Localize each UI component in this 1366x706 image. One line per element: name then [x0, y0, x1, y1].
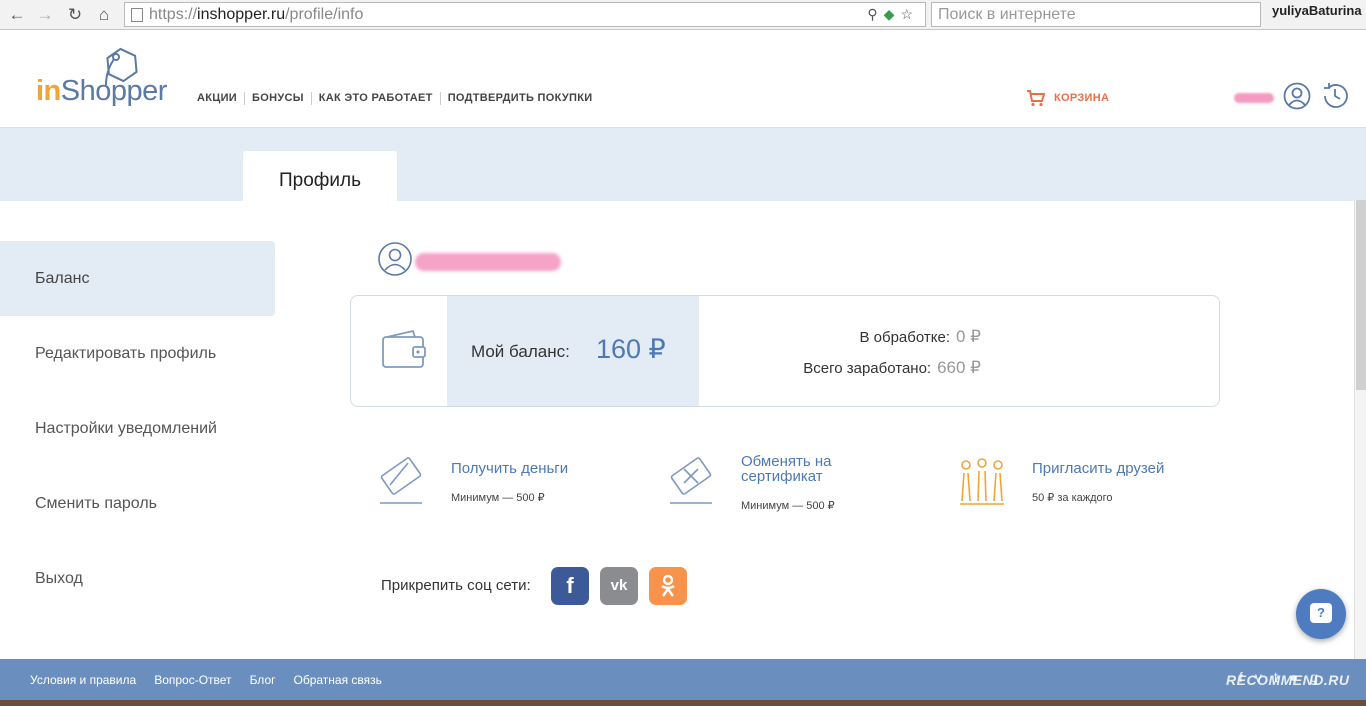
- footer-link-terms[interactable]: Условия и правила: [30, 673, 136, 687]
- site-logo[interactable]: inShopper: [36, 75, 167, 108]
- cart-label: КОРЗИНА: [1054, 92, 1110, 104]
- processing-value: 0 ₽: [956, 327, 981, 346]
- page-icon: [131, 8, 143, 22]
- sidebar-item-edit-profile[interactable]: Редактировать профиль: [0, 316, 275, 391]
- social-attach-label: Прикрепить соц сети:: [381, 577, 531, 594]
- earned-label: Всего заработано:: [803, 360, 932, 377]
- history-icon[interactable]: [1320, 81, 1350, 111]
- action-invite-subtitle: 50 ₽ за каждого: [1032, 492, 1113, 504]
- footer-link-feedback[interactable]: Обратная связь: [294, 673, 382, 687]
- address-bar-icons[interactable]: ⚲◆☆: [867, 3, 919, 26]
- balance-label: Мой баланс:: [471, 342, 570, 361]
- url-path: /profile/info: [285, 6, 364, 23]
- sidebar-item-logout[interactable]: Выход: [0, 541, 275, 616]
- odnoklassniki-icon: [661, 574, 675, 597]
- footer-links: Условия и правила Вопрос-Ответ Блог Обра…: [30, 673, 400, 687]
- balance-value: 160 ₽: [596, 334, 666, 364]
- profile-tab-bar: Профиль: [0, 128, 1366, 201]
- earned-row: Всего заработано: 660 ₽: [803, 358, 981, 378]
- odnoklassniki-button[interactable]: [649, 567, 687, 605]
- key-icon[interactable]: ⚲: [867, 6, 883, 22]
- help-chat-button[interactable]: ?: [1296, 589, 1346, 639]
- earned-value: 660 ₽: [937, 358, 981, 377]
- watermark: RECOMMEND.RU: [1226, 672, 1350, 688]
- redacted-profile-name: [415, 253, 561, 271]
- logo-rest: Shopper: [60, 75, 168, 107]
- sidebar-item-change-password[interactable]: Сменить пароль: [0, 466, 275, 541]
- back-arrow-icon[interactable]: ←: [6, 4, 28, 26]
- nav-how-it-works[interactable]: КАК ЭТО РАБОТАЕТ: [312, 92, 441, 105]
- action-certificate-title[interactable]: Обменять на сертификат: [741, 454, 871, 484]
- footer-link-faq[interactable]: Вопрос-Ответ: [154, 673, 231, 687]
- nav-confirm-purchases[interactable]: ПОДТВЕРДИТЬ ПОКУПКИ: [441, 92, 600, 105]
- gift-card-icon: [670, 457, 712, 504]
- reload-icon[interactable]: ↻: [64, 4, 86, 26]
- sidebar-item-balance[interactable]: Баланс: [0, 241, 275, 316]
- bookmark-star-icon[interactable]: ☆: [900, 6, 919, 22]
- avatar: [378, 242, 412, 276]
- action-certificate-subtitle: Минимум — 500 ₽: [741, 500, 835, 512]
- vk-button[interactable]: vk: [600, 567, 638, 605]
- page-scrollbar[interactable]: [1354, 200, 1366, 660]
- cart-icon: [1027, 90, 1046, 107]
- forward-arrow-icon[interactable]: →: [34, 4, 56, 26]
- footer-link-blog[interactable]: Блог: [250, 673, 276, 687]
- action-withdraw-subtitle: Минимум — 500 ₽: [451, 492, 545, 504]
- browser-profile-name[interactable]: yuliyaBaturina: [1272, 3, 1362, 18]
- balance-panel: Мой баланс: 160 ₽: [447, 296, 699, 406]
- action-withdraw[interactable]: Получить деньги Минимум — 500 ₽: [378, 455, 568, 512]
- action-certificate[interactable]: Обменять на сертификат Минимум — 500 ₽: [668, 454, 835, 512]
- sidebar-item-notifications[interactable]: Настройки уведомлений: [0, 391, 275, 466]
- processing-label: В обработке:: [859, 329, 950, 346]
- extension-icon[interactable]: ◆: [884, 6, 901, 22]
- scrollbar-thumb[interactable]: [1356, 200, 1366, 390]
- action-invite-title[interactable]: Пригласить друзей: [1032, 461, 1164, 476]
- nav-promotions[interactable]: АКЦИИ: [190, 92, 246, 105]
- help-icon: ?: [1310, 603, 1332, 623]
- friends-icon: [960, 458, 1004, 505]
- wallet-icon: [382, 329, 426, 368]
- tab-profile[interactable]: Профиль: [243, 151, 397, 201]
- url-host: inshopper.ru: [197, 6, 286, 23]
- logo-in: in: [36, 75, 61, 107]
- home-icon[interactable]: ⌂: [93, 4, 115, 26]
- url-prefix: https://: [149, 6, 198, 23]
- user-icon[interactable]: [1283, 82, 1311, 110]
- browser-toolbar: ← → ↻ ⌂ https://inshopper.ru/profile/inf…: [0, 0, 1366, 30]
- address-bar[interactable]: https://inshopper.ru/profile/info ⚲◆☆: [124, 2, 926, 27]
- facebook-button[interactable]: f: [551, 567, 589, 605]
- action-withdraw-title[interactable]: Получить деньги: [451, 461, 568, 476]
- balance-card: Мой баланс: 160 ₽ В обработке: 0 ₽ Всего …: [350, 295, 1220, 407]
- card-icon: [380, 457, 422, 504]
- os-taskbar: [0, 700, 1366, 706]
- action-invite-friends[interactable]: Пригласить друзей 50 ₽ за каждого: [958, 455, 1164, 512]
- site-footer: Условия и правила Вопрос-Ответ Блог Обра…: [0, 659, 1366, 700]
- cart-link[interactable]: КОРЗИНА: [1026, 89, 1109, 107]
- processing-row: В обработке: 0 ₽: [859, 327, 981, 347]
- redacted-user-name: [1234, 93, 1274, 103]
- profile-sidebar: Баланс Редактировать профиль Настройки у…: [0, 241, 275, 616]
- nav-bonuses[interactable]: БОНУСЫ: [245, 92, 312, 105]
- site-header: inShopper АКЦИИ БОНУСЫ КАК ЭТО РАБОТАЕТ …: [0, 31, 1366, 128]
- main-nav: АКЦИИ БОНУСЫ КАК ЭТО РАБОТАЕТ ПОДТВЕРДИТ…: [190, 92, 599, 105]
- browser-search-input[interactable]: Поиск в интернете: [931, 2, 1261, 27]
